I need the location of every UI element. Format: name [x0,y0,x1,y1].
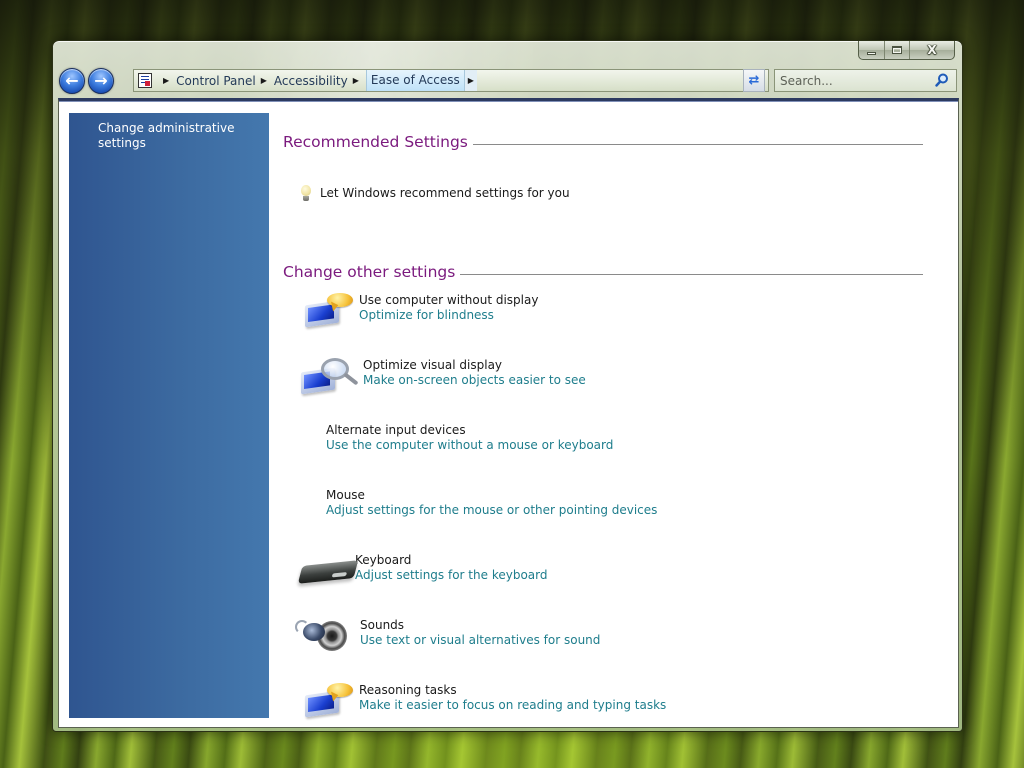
change-other-settings-heading: Change other settings [283,263,923,281]
close-button[interactable]: X [910,41,954,59]
speakers-icon [283,618,363,652]
refresh-icon: ⇄ [748,73,760,88]
task-link[interactable]: Adjust settings for the keyboard [355,568,547,583]
control-panel-icon [138,73,152,88]
task-title[interactable]: Mouse [326,488,657,503]
breadcrumb-control-panel[interactable]: Control Panel [176,74,256,88]
breadcrumb-separator[interactable]: ▶ [163,76,169,85]
task-alternate-input-devices: Alternate input devices Use the computer… [283,423,613,457]
arrow-right-icon: → [94,71,108,90]
forward-button[interactable]: → [88,68,114,94]
section-divider [460,274,923,275]
section-title-text: Change other settings [283,263,456,281]
lightbulb-icon [301,185,311,201]
task-link[interactable]: Use text or visual alternatives for soun… [360,633,600,648]
keyboard-shape [297,560,359,584]
magnifier-handle [343,372,359,386]
speech-bubble-icon [327,683,353,697]
keyboard-icon [283,553,363,587]
breadcrumb-accessibility[interactable]: Accessibility [274,74,348,88]
monitor-speech-icon [283,683,363,718]
maximize-icon [892,46,902,54]
task-link[interactable]: Use the computer without a mouse or keyb… [326,438,613,453]
search-icon[interactable] [935,73,949,87]
refresh-button[interactable]: ⇄ [743,69,765,92]
search-box [774,69,957,92]
task-link[interactable]: Make on-screen objects easier to see [363,373,586,388]
speaker-small-icon [303,623,325,641]
empty-icon-slot [283,488,363,522]
recommended-settings-heading: Recommended Settings [283,133,923,151]
ease-of-access-window: X ← → ▶ Control Panel ▶ Accessibility ▶ … [52,40,963,732]
task-link[interactable]: Optimize for blindness [359,308,538,323]
address-bar[interactable]: ▶ Control Panel ▶ Accessibility ▶ Ease o… [133,69,769,92]
task-title[interactable]: Optimize visual display [363,358,586,373]
breadcrumb-ease-of-access[interactable]: Ease of Access [365,70,465,91]
task-title[interactable]: Use computer without display [359,293,538,308]
recommend-settings-label[interactable]: Let Windows recommend settings for you [320,186,570,200]
maximize-button[interactable] [885,41,910,59]
empty-icon-slot [283,423,363,457]
task-use-computer-without-display: Use computer without display Optimize fo… [283,293,538,328]
task-title[interactable]: Sounds [360,618,600,633]
close-icon: X [927,43,937,57]
task-title[interactable]: Alternate input devices [326,423,613,438]
task-reasoning-tasks: Reasoning tasks Make it easier to focus … [283,683,666,718]
recommend-settings-link[interactable]: Let Windows recommend settings for you [301,185,570,201]
search-input[interactable] [775,70,930,91]
task-keyboard: Keyboard Adjust settings for the keyboar… [283,553,547,587]
breadcrumb-separator[interactable]: ▶ [261,76,267,85]
section-divider [472,144,923,145]
sidebar-link-change-administrative-settings[interactable]: Change administrative settings [98,121,248,151]
task-title[interactable]: Keyboard [355,553,547,568]
breadcrumb-separator[interactable]: ▶ [464,70,477,91]
speech-bubble-icon [327,293,353,307]
section-title-text: Recommended Settings [283,133,468,151]
main-panel: Recommended Settings Let Windows recomme… [283,101,958,727]
task-mouse: Mouse Adjust settings for the mouse or o… [283,488,657,522]
task-optimize-visual-display: Optimize visual display Make on-screen o… [283,358,586,395]
task-link[interactable]: Adjust settings for the mouse or other p… [326,503,657,518]
breadcrumb-separator[interactable]: ▶ [353,76,359,85]
sidebar: Change administrative settings [69,113,269,718]
content-pane: Change administrative settings Recommend… [58,98,959,728]
task-title[interactable]: Reasoning tasks [359,683,666,698]
minimize-icon [867,51,876,55]
arrow-left-icon: ← [65,71,79,90]
task-sounds: Sounds Use text or visual alternatives f… [283,618,600,652]
caption-buttons: X [858,41,955,60]
monitor-speech-icon [283,293,363,328]
monitor-magnifier-icon [283,358,363,395]
minimize-button[interactable] [859,41,885,59]
back-button[interactable]: ← [59,68,85,94]
task-link[interactable]: Make it easier to focus on reading and t… [359,698,666,713]
